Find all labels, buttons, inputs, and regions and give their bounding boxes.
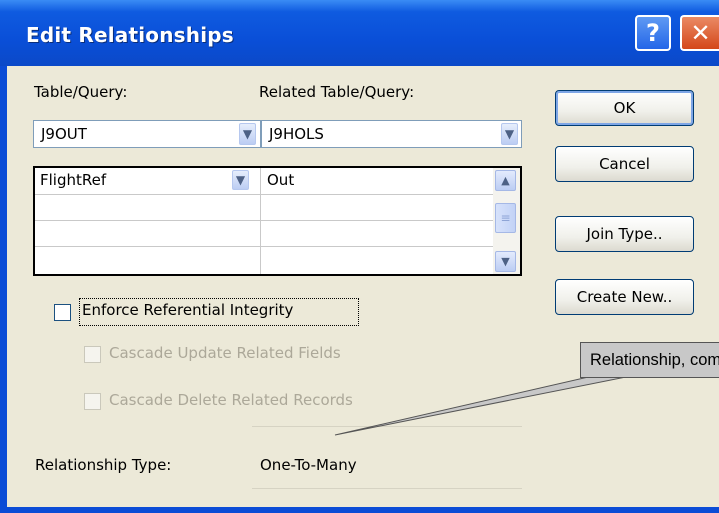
callout-text: Relationship, com — [590, 351, 719, 369]
callout-arrow — [334, 374, 637, 436]
callout-pointer — [334, 374, 637, 436]
annotation-callout: Relationship, com — [580, 342, 719, 378]
